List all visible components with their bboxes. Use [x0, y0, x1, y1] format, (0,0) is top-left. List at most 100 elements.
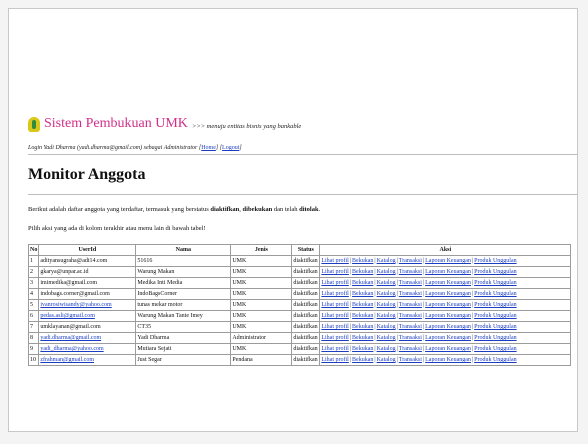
- bekukan-link[interactable]: Bekukan: [352, 346, 373, 352]
- lihat-profil-link[interactable]: Lihat profil: [321, 335, 349, 341]
- bekukan-link[interactable]: Bekukan: [352, 280, 373, 286]
- laporan-keuangan-link[interactable]: Laporan Keuangan: [425, 269, 471, 275]
- lihat-profil-link[interactable]: Lihat profil: [321, 357, 349, 363]
- transaksi-link[interactable]: Transaksi: [399, 346, 422, 352]
- userid-link[interactable]: zfrahman@gmail.com: [40, 357, 94, 363]
- cell-aksi: Lihat profil|Bekukan|Katalog|Transaksi|L…: [319, 310, 572, 322]
- cell-userid: zfrahman@gmail.com: [38, 354, 137, 366]
- cell-status: diaktifkan: [291, 255, 321, 267]
- produk-unggulan-link[interactable]: Produk Unggulan: [474, 357, 517, 363]
- laporan-keuangan-link[interactable]: Laporan Keuangan: [425, 324, 471, 330]
- action-separator: |: [471, 258, 474, 264]
- logout-link[interactable]: Logout: [222, 145, 239, 151]
- cell-nama: Warung Makan Tante Imey: [135, 310, 232, 322]
- home-link[interactable]: Home: [201, 145, 216, 151]
- site-title[interactable]: Sistem Pembukuan UMK: [44, 116, 188, 132]
- katalog-link[interactable]: Katalog: [377, 302, 396, 308]
- userid-link[interactable]: yadi_dharma@yahoo.com: [40, 346, 103, 352]
- katalog-link[interactable]: Katalog: [377, 269, 396, 275]
- status-ditolak: ditolak: [299, 206, 319, 213]
- cell-nama: IndoBagsCorner: [135, 288, 232, 300]
- lihat-profil-link[interactable]: Lihat profil: [321, 302, 349, 308]
- lihat-profil-link[interactable]: Lihat profil: [321, 269, 349, 275]
- laporan-keuangan-link[interactable]: Laporan Keuangan: [425, 302, 471, 308]
- transaksi-link[interactable]: Transaksi: [399, 258, 422, 264]
- transaksi-link[interactable]: Transaksi: [399, 357, 422, 363]
- transaksi-link[interactable]: Transaksi: [399, 302, 422, 308]
- action-separator: |: [374, 346, 376, 352]
- bekukan-link[interactable]: Bekukan: [352, 335, 373, 341]
- produk-unggulan-link[interactable]: Produk Unggulan: [474, 280, 517, 286]
- userid-link[interactable]: pedas.asli@gmail.com: [40, 313, 95, 319]
- action-separator: |: [471, 357, 474, 363]
- produk-unggulan-link[interactable]: Produk Unggulan: [474, 313, 517, 319]
- action-separator: |: [349, 335, 352, 341]
- action-separator: |: [396, 346, 398, 352]
- produk-unggulan-link[interactable]: Produk Unggulan: [474, 258, 517, 264]
- cell-userid: umklayanan@gmail.com: [38, 321, 137, 333]
- status-dibekukan: dibekukan: [242, 206, 273, 213]
- action-separator: |: [422, 335, 425, 341]
- cell-nama: tunas mekar motor: [135, 299, 232, 311]
- bekukan-link[interactable]: Bekukan: [352, 291, 373, 297]
- header-nama: Nama: [135, 244, 232, 256]
- laporan-keuangan-link[interactable]: Laporan Keuangan: [425, 346, 471, 352]
- transaksi-link[interactable]: Transaksi: [399, 324, 422, 330]
- userid-link[interactable]: yadi.dharma@gmail.com: [40, 335, 101, 341]
- lihat-profil-link[interactable]: Lihat profil: [321, 313, 349, 319]
- header-jenis: Jenis: [230, 244, 293, 256]
- bekukan-link[interactable]: Bekukan: [352, 357, 373, 363]
- bekukan-link[interactable]: Bekukan: [352, 302, 373, 308]
- userid-link[interactable]: ivanrosiwisandy@yahoo.com: [40, 302, 111, 308]
- produk-unggulan-link[interactable]: Produk Unggulan: [474, 335, 517, 341]
- cell-aksi: Lihat profil|Bekukan|Katalog|Transaksi|L…: [319, 321, 572, 333]
- transaksi-link[interactable]: Transaksi: [399, 291, 422, 297]
- bekukan-link[interactable]: Bekukan: [352, 324, 373, 330]
- action-separator: |: [422, 258, 425, 264]
- cell-jenis: UMK: [230, 299, 293, 311]
- produk-unggulan-link[interactable]: Produk Unggulan: [474, 269, 517, 275]
- lihat-profil-link[interactable]: Lihat profil: [321, 291, 349, 297]
- laporan-keuangan-link[interactable]: Laporan Keuangan: [425, 258, 471, 264]
- laporan-keuangan-link[interactable]: Laporan Keuangan: [425, 313, 471, 319]
- action-separator: |: [471, 280, 474, 286]
- katalog-link[interactable]: Katalog: [377, 280, 396, 286]
- lihat-profil-link[interactable]: Lihat profil: [321, 258, 349, 264]
- produk-unggulan-link[interactable]: Produk Unggulan: [474, 346, 517, 352]
- produk-unggulan-link[interactable]: Produk Unggulan: [474, 302, 517, 308]
- action-separator: |: [349, 269, 352, 275]
- action-separator: |: [396, 357, 398, 363]
- cell-status: diaktifkan: [291, 266, 321, 278]
- transaksi-link[interactable]: Transaksi: [399, 280, 422, 286]
- laporan-keuangan-link[interactable]: Laporan Keuangan: [425, 280, 471, 286]
- action-separator: |: [396, 335, 398, 341]
- katalog-link[interactable]: Katalog: [377, 291, 396, 297]
- laporan-keuangan-link[interactable]: Laporan Keuangan: [425, 291, 471, 297]
- action-separator: |: [422, 302, 425, 308]
- katalog-link[interactable]: Katalog: [377, 258, 396, 264]
- description-prefix: Berikut adalah daftar anggota yang terda…: [28, 206, 211, 213]
- action-separator: |: [349, 357, 352, 363]
- cell-jenis: UMK: [230, 343, 293, 355]
- transaksi-link[interactable]: Transaksi: [399, 269, 422, 275]
- produk-unggulan-link[interactable]: Produk Unggulan: [474, 324, 517, 330]
- cell-jenis: UMK: [230, 266, 293, 278]
- katalog-link[interactable]: Katalog: [377, 335, 396, 341]
- cell-jenis: UMK: [230, 255, 293, 267]
- bekukan-link[interactable]: Bekukan: [352, 313, 373, 319]
- laporan-keuangan-link[interactable]: Laporan Keuangan: [425, 357, 471, 363]
- bekukan-link[interactable]: Bekukan: [352, 269, 373, 275]
- katalog-link[interactable]: Katalog: [377, 313, 396, 319]
- laporan-keuangan-link[interactable]: Laporan Keuangan: [425, 335, 471, 341]
- bekukan-link[interactable]: Bekukan: [352, 258, 373, 264]
- lihat-profil-link[interactable]: Lihat profil: [321, 280, 349, 286]
- katalog-link[interactable]: Katalog: [377, 324, 396, 330]
- transaksi-link[interactable]: Transaksi: [399, 313, 422, 319]
- katalog-link[interactable]: Katalog: [377, 357, 396, 363]
- katalog-link[interactable]: Katalog: [377, 346, 396, 352]
- action-separator: |: [471, 302, 474, 308]
- produk-unggulan-link[interactable]: Produk Unggulan: [474, 291, 517, 297]
- transaksi-link[interactable]: Transaksi: [399, 335, 422, 341]
- lihat-profil-link[interactable]: Lihat profil: [321, 324, 349, 330]
- lihat-profil-link[interactable]: Lihat profil: [321, 346, 349, 352]
